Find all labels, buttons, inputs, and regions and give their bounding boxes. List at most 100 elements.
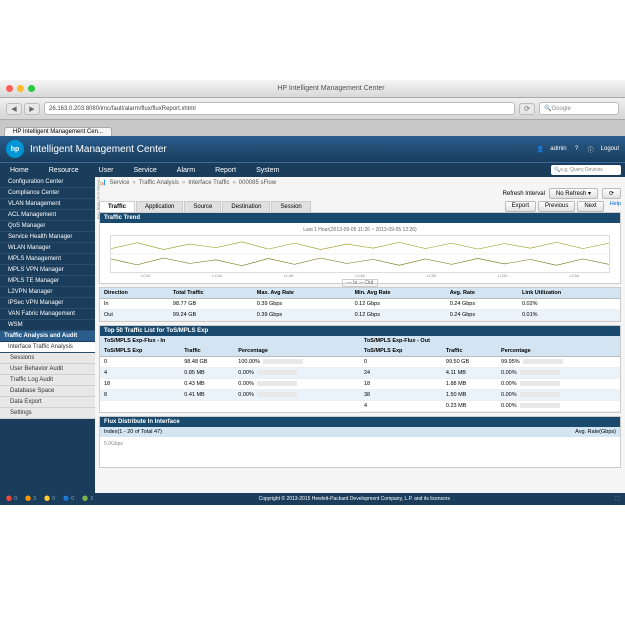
table-row[interactable]: 099.50 GB99.95% — [360, 357, 620, 368]
mac-titlebar: HP Intelligent Management Center — [0, 80, 625, 98]
sidebar-item-config-center[interactable]: Configuration Center — [0, 177, 95, 188]
sidebar-item-vlan[interactable]: VLAN Management — [0, 199, 95, 210]
refresh-button[interactable]: ⟳ — [602, 188, 621, 199]
export-button[interactable]: Export — [505, 201, 536, 212]
sidebar-item-interface-traffic[interactable]: Interface Traffic Analysis — [0, 342, 95, 353]
sidebar-item-settings[interactable]: Settings — [0, 408, 95, 419]
sidebar-item-van-fabric[interactable]: VAN Fabric Management — [0, 309, 95, 320]
sidebar-item-mpls-vpn[interactable]: MPLS VPN Manager — [0, 265, 95, 276]
menu-report[interactable]: Report — [205, 163, 246, 177]
admin-label[interactable]: admin — [550, 146, 566, 152]
back-button[interactable]: ◀ — [6, 103, 22, 115]
col-min[interactable]: Min. Avg Rate — [351, 288, 446, 299]
tab-traffic[interactable]: Traffic — [99, 201, 135, 212]
table-row[interactable]: 244.11 MB0.00% — [360, 368, 620, 379]
breadcrumb: 📊 Service» Traffic Analysis» Interface T… — [99, 179, 621, 186]
col-avg[interactable]: Avg. Rate — [446, 288, 518, 299]
tos-title: Top 50 Traffic List for ToS/MPLS Exp — [100, 326, 620, 336]
zoom-icon[interactable] — [28, 85, 35, 92]
sidebar-item-wsm[interactable]: WSM — [0, 320, 95, 331]
summary-panel: Direction Total Traffic Max. Avg Rate Mi… — [99, 287, 621, 322]
sidebar-item-traffic-log[interactable]: Traffic Log Audit — [0, 375, 95, 386]
menubar: Home Resource User Service Alarm Report … — [0, 162, 625, 177]
sidebar-item-db-space[interactable]: Database Space — [0, 386, 95, 397]
tab-application[interactable]: Application — [136, 201, 183, 212]
tab-source[interactable]: Source — [184, 201, 221, 212]
help-link[interactable]: Help — [610, 201, 621, 212]
menu-alarm[interactable]: Alarm — [167, 163, 205, 177]
menu-system[interactable]: System — [246, 163, 289, 177]
sidebar-item-health[interactable]: Service Health Manager — [0, 232, 95, 243]
sidebar-item-behavior-audit[interactable]: User Behavior Audit — [0, 364, 95, 375]
forward-button[interactable]: ▶ — [24, 103, 40, 115]
browser-tabstrip: HP Intelligent Management Cen... — [0, 120, 625, 136]
url-bar[interactable]: 26.163.0.203:8080/imc/fault/alarm/flux/f… — [44, 102, 515, 115]
tab-session[interactable]: Session — [271, 201, 310, 212]
table-row[interactable]: In98.77 GB0.39 Gbps0.12 Gbps0.24 Gbps0.0… — [100, 299, 620, 310]
status-warning[interactable]: 🔵0 — [63, 496, 74, 502]
close-icon[interactable] — [6, 85, 13, 92]
crumb-service[interactable]: Service — [109, 180, 129, 186]
table-row[interactable]: 181.88 MB0.00% — [360, 379, 620, 390]
table-row[interactable]: Out99.24 GB0.39 Gbps0.12 Gbps0.24 Gbps0.… — [100, 310, 620, 321]
chart-legend: — In — Out — [110, 279, 610, 287]
status-critical[interactable]: 🔴0 — [6, 496, 17, 502]
flux-title: Flux Distribute In Interface — [100, 417, 620, 427]
col-total[interactable]: Total Traffic — [169, 288, 253, 299]
table-row[interactable]: 381.50 MB0.00% — [360, 390, 620, 401]
next-button[interactable]: Next — [577, 201, 603, 212]
sidebar-item-mpls-te[interactable]: MPLS TE Manager — [0, 276, 95, 287]
sidebar-item-qos[interactable]: QoS Manager — [0, 221, 95, 232]
menu-service[interactable]: Service — [123, 163, 166, 177]
chart-caption: Last 1 Hour(2013-09-05 11:26 ~ 2013-09-0… — [110, 227, 610, 233]
minimize-icon[interactable] — [17, 85, 24, 92]
table-row[interactable]: 40.85 MB0.00% — [100, 368, 360, 379]
sidebar-section-traffic[interactable]: Traffic Analysis and Audit — [0, 331, 95, 342]
browser-toolbar: ◀ ▶ 26.163.0.203:8080/imc/fault/alarm/fl… — [0, 98, 625, 120]
previous-button[interactable]: Previous — [538, 201, 575, 212]
col-max[interactable]: Max. Avg Rate — [253, 288, 351, 299]
status-major[interactable]: 🟠3 — [25, 496, 36, 502]
traffic-trend-title: Traffic Trend — [100, 213, 620, 223]
traffic-trend-panel: Traffic Trend Last 1 Hour(2013-09-05 11:… — [99, 212, 621, 284]
sidebar-item-wlan[interactable]: WLAN Manager — [0, 243, 95, 254]
logout-link[interactable]: Logout — [601, 146, 619, 152]
global-search-input[interactable]: 🔍 e.g. Query Devices — [551, 165, 621, 175]
chart-ylabel: Avg. Rate (In Is Above and Out Is Below) — [96, 177, 101, 219]
tos-out-title: ToS/MPLS Exp-Flux - Out — [360, 336, 620, 346]
tab-destination[interactable]: Destination — [222, 201, 270, 212]
crumb-traffic[interactable]: Traffic Analysis — [139, 180, 179, 186]
table-row[interactable]: 40.23 MB0.00% — [360, 401, 620, 412]
sidebar-item-acl[interactable]: ACL Management — [0, 210, 95, 221]
chart-area — [110, 235, 610, 273]
sidebar-item-data-export[interactable]: Data Export — [0, 397, 95, 408]
menu-user[interactable]: User — [89, 163, 124, 177]
browser-search[interactable]: 🔍 Google — [539, 102, 619, 115]
help-icon[interactable]: ? — [573, 145, 581, 153]
crumb-interface[interactable]: Interface Traffic — [188, 180, 229, 186]
sidebar-item-ipsec[interactable]: IPSec VPN Manager — [0, 298, 95, 309]
status-info[interactable]: 🟢3 — [82, 496, 93, 502]
browser-tab[interactable]: HP Intelligent Management Cen... — [4, 127, 112, 136]
expand-icon[interactable]: ⛶ — [615, 496, 619, 502]
menu-home[interactable]: Home — [0, 163, 39, 177]
content: 📊 Service» Traffic Analysis» Interface T… — [95, 177, 625, 493]
sidebar-item-l2vpn[interactable]: L2VPN Manager — [0, 287, 95, 298]
table-row[interactable]: 180.43 MB0.00% — [100, 379, 360, 390]
about-icon[interactable]: ⓘ — [587, 145, 595, 153]
table-row[interactable]: 80.41 MB0.00% — [100, 390, 360, 401]
refresh-select[interactable]: No Refresh ▾ — [549, 188, 598, 199]
reload-button[interactable]: ⟳ — [519, 103, 535, 115]
menu-resource[interactable]: Resource — [39, 163, 89, 177]
status-minor[interactable]: 🟡0 — [44, 496, 55, 502]
sidebar-item-compliance[interactable]: Compliance Center — [0, 188, 95, 199]
sidebar-item-mpls[interactable]: MPLS Management — [0, 254, 95, 265]
app-header: hp Intelligent Management Center 👤 admin… — [0, 136, 625, 162]
col-direction[interactable]: Direction — [100, 288, 169, 299]
col-util[interactable]: Link Utilization — [518, 288, 620, 299]
tos-in-title: ToS/MPLS Exp-Flux - In — [100, 336, 360, 346]
user-icon: 👤 — [536, 145, 544, 153]
table-row[interactable]: 098.48 GB100.00% — [100, 357, 360, 368]
sidebar-item-sessions[interactable]: Sessions — [0, 353, 95, 364]
flux-tick: 5.0Gbps — [104, 441, 123, 447]
